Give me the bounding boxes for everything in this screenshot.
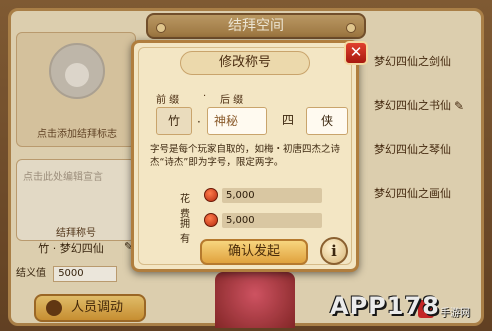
cost-value: 5,000 [222, 188, 322, 203]
dialog-title: 修改称号 [180, 51, 310, 75]
prefix-label: 前 缀 [156, 95, 180, 106]
suffix-input[interactable]: 神秘 [207, 107, 267, 135]
field-separator: · [197, 115, 201, 129]
confirm-button[interactable]: 确认发起 [200, 239, 308, 265]
info-icon[interactable]: i [320, 237, 348, 265]
owned-label: 拥有 [180, 219, 190, 245]
suffix-label: 后 缀 [220, 95, 244, 106]
label-separator: · [203, 91, 207, 102]
prefix-field: 竹 [156, 107, 192, 135]
owned-value: 5,000 [222, 213, 322, 228]
rename-title-dialog: 修改称号 ✕ 前 缀 · 后 缀 竹 · 神秘 四 侠 字号是每个玩家自取的，如… [131, 40, 368, 272]
coin-icon [204, 213, 218, 227]
courtesy-name-input[interactable]: 侠 [306, 107, 348, 135]
number-field: 四 [281, 113, 294, 127]
rule-description: 字号是每个玩家自取的，如梅・初唐四杰之诗杰“诗杰”即为字号，限定两字。 [150, 144, 341, 168]
coin-icon [204, 188, 218, 202]
close-button[interactable]: ✕ [344, 41, 368, 65]
